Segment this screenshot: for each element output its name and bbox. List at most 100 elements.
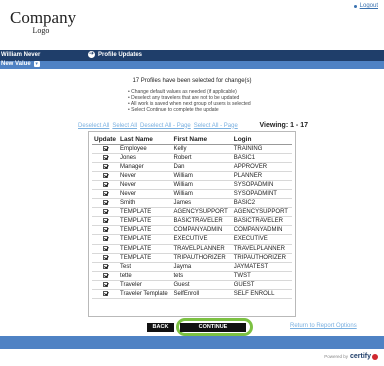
sub-nav-bar: New Value ▾ [0,61,384,69]
table-row: Never William SYSOPADMIN [92,180,292,191]
table-row: TEMPLATE TRIPAUTHORIZER TRIPAUTHORIZER [92,253,292,263]
login-cell: BASICTRAVELER [231,216,292,227]
update-cell [92,234,119,245]
update-cell [92,180,119,191]
update-cell [92,198,119,209]
logout-link[interactable]: Logout [353,3,378,9]
first-name-cell: William [171,171,232,182]
login-cell: TRIPAUTHORIZER [231,253,292,263]
update-cell [92,153,119,164]
last-name-cell: TEMPLATE [118,216,172,227]
update-checkbox[interactable] [102,182,108,188]
profiles-table-container: Update Last Name First Name Login Employ… [88,131,296,317]
certify-brand: certify [349,353,371,360]
last-name-cell: Never [118,180,172,191]
powered-by: Powered by certify [324,353,378,360]
update-checkbox[interactable] [102,218,108,224]
table-row: Test Jayma JAYMATEST [92,262,292,272]
login-cell: APPROVER [231,162,292,173]
login-cell: BASIC2 [231,198,292,209]
profiles-table: Update Last Name First Name Login Employ… [92,135,292,299]
table-row: TEMPLATE AGENCYSUPPORT AGENCYSUPPORT [92,207,292,218]
deselect-all-link[interactable]: Deselect All [78,123,109,129]
table-row: TEMPLATE TRAVELPLANNER TRAVELPLANNER [92,244,292,254]
login-cell: PLANNER [231,171,292,182]
last-name-cell: TEMPLATE [118,244,172,254]
update-checkbox[interactable] [102,227,108,233]
profile-updates-link[interactable]: ➔ Profile Updates [88,51,142,58]
table-row: Jones Robert BASIC1 [92,153,292,164]
update-cell [92,262,119,272]
first-name-cell: SelfEnroll [171,289,232,299]
deselect-all-page-link[interactable]: Deselect All - Page [140,123,191,129]
first-name-cell: TRAVELPLANNER [171,244,232,254]
table-row: TEMPLATE EXECUTIVE EXECUTIVE [92,234,292,245]
last-name-cell: Never [118,189,172,200]
login-cell: BASIC1 [231,153,292,164]
update-checkbox[interactable] [102,145,108,151]
last-name-cell: Never [118,171,172,182]
table-row: Employee Kelly TRAINING [92,144,292,155]
update-cell [92,216,119,227]
table-row: Never William PLANNER [92,171,292,182]
return-to-report-options-link[interactable]: Return to Report Options [290,323,357,329]
instructions-list: Change default values as needed (if appl… [128,89,251,113]
update-checkbox[interactable] [102,263,108,269]
new-value-menu[interactable]: New Value ▾ [1,61,40,67]
last-name-cell: Smith [118,198,172,209]
update-checkbox[interactable] [102,272,108,278]
update-cell [92,171,119,182]
logo-sub-text: Logo [32,26,50,35]
update-checkbox[interactable] [102,155,108,161]
update-checkbox[interactable] [102,290,108,296]
update-cell [92,144,119,155]
continue-button[interactable]: CONTINUE [180,323,246,332]
login-cell: JAYMATEST [231,262,292,272]
last-name-cell: TEMPLATE [118,253,172,263]
dropdown-icon[interactable]: ▾ [33,61,40,67]
table-row: TEMPLATE BASICTRAVELER BASICTRAVELER [92,216,292,227]
update-checkbox[interactable] [102,281,108,287]
login-cell: COMPANYADMIN [231,225,292,236]
profile-updates-label[interactable]: Profile Updates [98,52,142,58]
update-checkbox[interactable] [102,164,108,170]
table-row: Traveler Guest GUEST [92,280,292,290]
first-name-cell: Robert [171,153,232,164]
login-cell: AGENCYSUPPORT [231,207,292,218]
back-button[interactable]: BACK [147,323,174,332]
select-all-page-link[interactable]: Select All - Page [194,123,238,129]
update-checkbox[interactable] [102,173,108,179]
update-checkbox[interactable] [102,200,108,206]
selection-toolbar: Deselect All Select All Deselect All - P… [78,122,308,129]
table-row: Manager Dan APPROVER [92,162,292,173]
first-name-cell: BASICTRAVELER [171,216,232,227]
summary-title: 17 Profiles have been selected for chang… [132,78,252,84]
first-name-cell: TRIPAUTHORIZER [171,253,232,263]
header-nav-bar: William Never ➔ Profile Updates [0,50,384,61]
select-all-link[interactable]: Select All [112,123,137,129]
last-name-cell: TEMPLATE [118,207,172,218]
update-cell [92,162,119,173]
viewing-range: Viewing: 1 - 17 [259,122,309,129]
last-name-cell: Manager [118,162,172,173]
table-header-row: Update Last Name First Name Login [92,135,292,145]
user-name: William Never [1,52,41,58]
update-checkbox[interactable] [102,209,108,215]
table-row: Smith James BASIC2 [92,198,292,209]
update-cell [92,271,119,281]
table-row: TEMPLATE COMPANYADMIN COMPANYADMIN [92,225,292,236]
powered-by-label: Powered by [324,354,348,359]
update-checkbox[interactable] [102,191,108,197]
last-name-cell: Traveler Template [118,289,172,299]
update-checkbox[interactable] [102,236,108,242]
logout-label[interactable]: Logout [360,3,378,9]
table-row: tette tets TWST [92,271,292,281]
update-cell [92,253,119,263]
update-checkbox[interactable] [102,245,108,251]
bullet-icon [353,4,357,8]
update-cell [92,280,119,290]
update-cell [92,289,119,299]
new-value-label[interactable]: New Value [1,61,31,67]
update-checkbox[interactable] [102,254,108,260]
first-name-cell: Kelly [171,144,232,155]
